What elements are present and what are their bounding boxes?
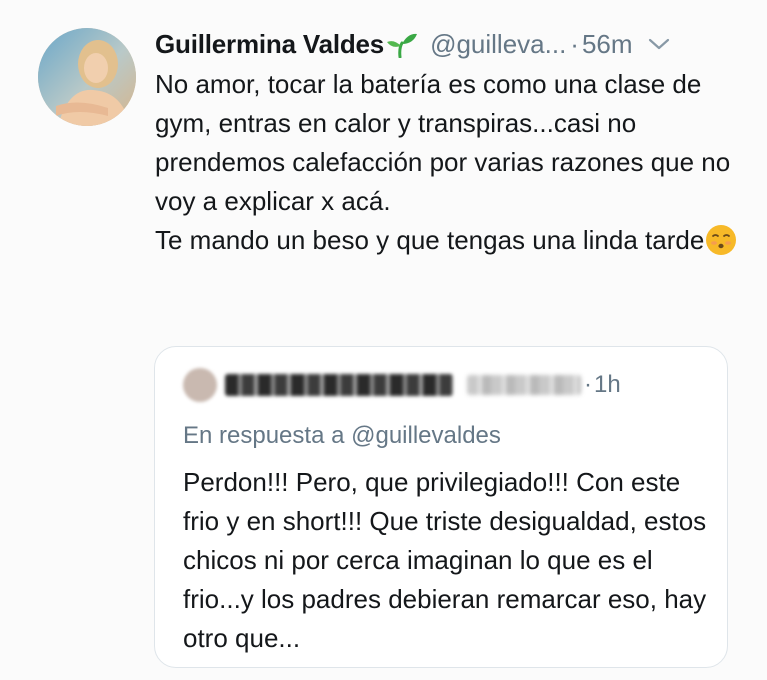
tweet-text: No amor, tocar la batería es como una cl…	[155, 65, 740, 260]
quoted-timestamp[interactable]: 1h	[594, 371, 621, 399]
separator-dot: ·	[570, 28, 579, 59]
sprout-icon	[386, 30, 418, 59]
display-name[interactable]: Guillermina Valdes	[155, 29, 384, 60]
timestamp[interactable]: 56m	[582, 29, 633, 60]
tweet[interactable]: Guillermina Valdes @guilleva... · 56m No…	[0, 0, 767, 680]
tweet-body: No amor, tocar la batería es como una cl…	[155, 69, 731, 255]
kissing-face-emoji-icon	[705, 224, 737, 256]
screenshot-frame: Guillermina Valdes @guilleva... · 56m No…	[0, 0, 767, 680]
reply-to-label: En respuesta a @guillevaldes	[183, 422, 501, 449]
separator-dot: ·	[584, 371, 592, 398]
quoted-tweet-header: · 1h	[183, 365, 621, 405]
chevron-down-icon[interactable]	[647, 36, 671, 52]
quoted-display-name-redacted[interactable]	[225, 374, 453, 396]
quoted-tweet-card[interactable]: · 1h En respuesta a @guillevaldes Perdon…	[154, 346, 728, 668]
avatar[interactable]	[38, 28, 136, 126]
quoted-avatar[interactable]	[183, 368, 217, 402]
quoted-handle-redacted[interactable]	[467, 375, 581, 395]
tweet-header: Guillermina Valdes @guilleva... · 56m	[155, 26, 671, 62]
quoted-tweet-text: Perdon!!! Pero, que privilegiado!!! Con …	[183, 467, 707, 653]
user-handle[interactable]: @guilleva...	[430, 29, 566, 60]
